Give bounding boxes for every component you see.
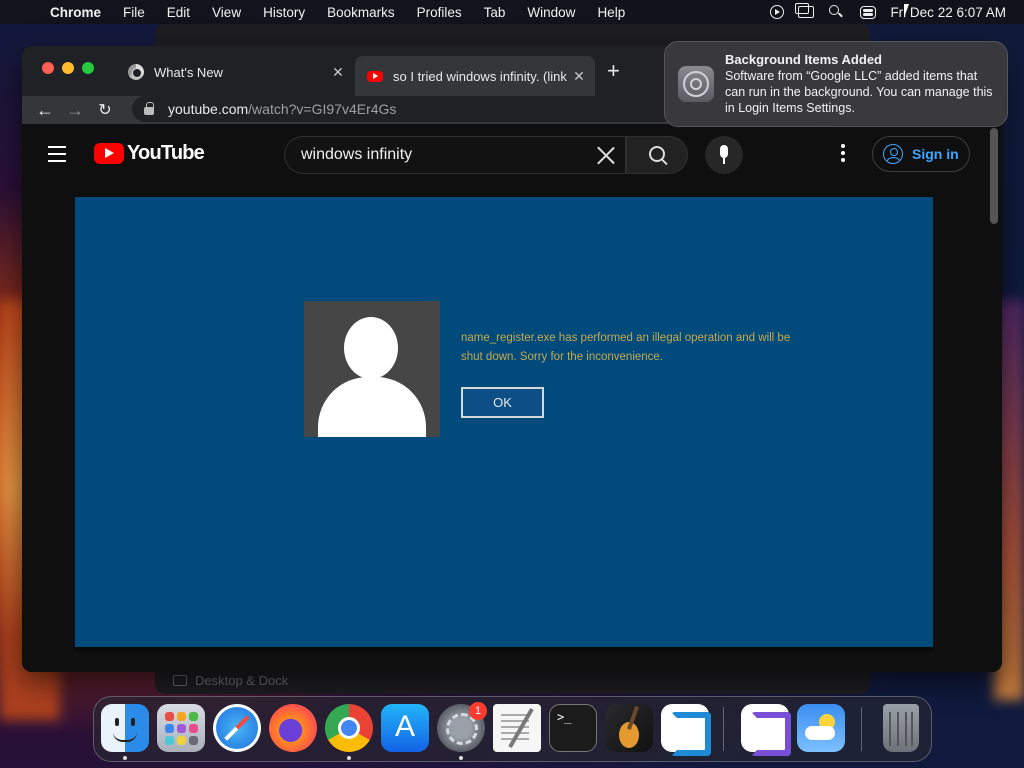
menu-edit[interactable]: Edit: [156, 5, 201, 20]
notification-title: Background Items Added: [725, 52, 882, 67]
trash-icon[interactable]: [883, 704, 919, 752]
search-button[interactable]: [626, 136, 688, 174]
visual-studio-icon[interactable]: [741, 704, 791, 756]
running-indicator: [123, 756, 127, 760]
desktop-dock-icon: [173, 675, 187, 686]
menu-hamburger-icon[interactable]: [48, 146, 66, 167]
video-player[interactable]: name_register.exe has performed an illeg…: [75, 197, 933, 651]
menu-profiles[interactable]: Profiles: [406, 5, 473, 20]
garageband-icon[interactable]: [605, 704, 653, 752]
system-settings-icon: [678, 66, 714, 102]
control-center-icon[interactable]: [860, 5, 877, 19]
minimize-window-button[interactable]: [62, 62, 74, 74]
terminal-icon[interactable]: [549, 704, 597, 752]
ok-button[interactable]: OK: [461, 387, 544, 418]
search-input[interactable]: windows infinity: [284, 136, 626, 174]
menu-history[interactable]: History: [252, 5, 316, 20]
account-icon: [883, 144, 903, 164]
window-controls: [42, 62, 94, 74]
url-path: /watch?v=GI97v4Er4Gs: [248, 101, 397, 117]
textedit-icon[interactable]: [493, 704, 541, 752]
menu-view[interactable]: View: [201, 5, 252, 20]
search-query: windows infinity: [301, 146, 413, 163]
dock-separator: [723, 707, 724, 751]
launchpad-icon[interactable]: [157, 704, 205, 752]
chrome-icon[interactable]: [325, 704, 373, 752]
sidebar-item-label: Desktop & Dock: [195, 673, 289, 688]
firefox-icon[interactable]: [269, 704, 317, 752]
url-host: youtube.com: [168, 101, 249, 117]
youtube-header: YouTube windows infinity Sign in: [22, 124, 1002, 184]
page-scrollbar[interactable]: [990, 128, 998, 224]
mouse-cursor: [904, 4, 909, 18]
new-tab-button[interactable]: +: [607, 60, 620, 82]
close-tab-icon[interactable]: ✕: [569, 68, 589, 85]
notification-badge: 1: [469, 702, 487, 720]
menu-tab[interactable]: Tab: [473, 5, 517, 20]
user-avatar-icon: [304, 301, 440, 437]
zoom-window-button[interactable]: [82, 62, 94, 74]
menu-bar: Chrome File Edit View History Bookmarks …: [0, 0, 1024, 24]
close-window-button[interactable]: [42, 62, 54, 74]
youtube-icon: [367, 70, 383, 82]
youtube-page: YouTube windows infinity Sign in name_re…: [22, 124, 1002, 672]
finder-icon[interactable]: [101, 704, 149, 752]
sign-in-button[interactable]: Sign in: [872, 136, 970, 172]
chrome-icon: [128, 64, 144, 80]
notification-body: Software from “Google LLC” added items t…: [725, 69, 993, 115]
menu-app-name[interactable]: Chrome: [40, 5, 112, 20]
reload-icon[interactable]: ↻: [90, 100, 120, 120]
now-playing-icon[interactable]: [770, 5, 785, 19]
sidebar-item-desktop-dock[interactable]: Desktop & Dock: [173, 673, 288, 688]
weather-icon[interactable]: [797, 704, 845, 752]
chrome-window: What's New ✕ so I tried windows infinity…: [22, 46, 1002, 672]
dock: 1: [93, 696, 932, 762]
back-arrow-icon[interactable]: ←: [30, 100, 60, 121]
notification-banner[interactable]: Background Items Added Software from “Go…: [664, 41, 1008, 127]
video-bottom-edge: [75, 647, 933, 651]
app-store-icon[interactable]: [381, 704, 429, 752]
close-tab-icon[interactable]: ✕: [328, 64, 348, 81]
dock-separator: [861, 707, 862, 751]
vscode-icon[interactable]: [661, 704, 711, 756]
screen-mirroring-icon[interactable]: [795, 3, 815, 18]
menu-window[interactable]: Window: [516, 5, 586, 20]
safari-icon[interactable]: [213, 704, 261, 752]
menu-help[interactable]: Help: [586, 5, 636, 20]
tab-whats-new[interactable]: What's New ✕: [122, 56, 354, 88]
voice-search-icon[interactable]: [705, 136, 743, 174]
sign-in-label: Sign in: [912, 146, 959, 162]
youtube-logo[interactable]: YouTube: [94, 142, 205, 165]
youtube-wordmark: YouTube: [127, 142, 205, 164]
forward-arrow-icon[interactable]: →: [60, 100, 90, 121]
lock-icon[interactable]: [144, 101, 154, 115]
menu-file[interactable]: File: [112, 5, 156, 20]
spotlight-search-icon[interactable]: [828, 5, 846, 19]
tab-title: so I tried windows infinity. (link: [393, 68, 567, 84]
tab-youtube-video[interactable]: so I tried windows infinity. (link ✕: [355, 56, 595, 96]
running-indicator: [347, 756, 351, 760]
error-message: name_register.exe has performed an illeg…: [461, 332, 791, 363]
running-indicator: [459, 756, 463, 760]
menu-bookmarks[interactable]: Bookmarks: [316, 5, 406, 20]
more-options-icon[interactable]: [841, 144, 845, 165]
clear-search-icon[interactable]: [595, 144, 617, 166]
youtube-play-icon: [94, 143, 124, 164]
tab-title: What's New: [154, 64, 223, 80]
